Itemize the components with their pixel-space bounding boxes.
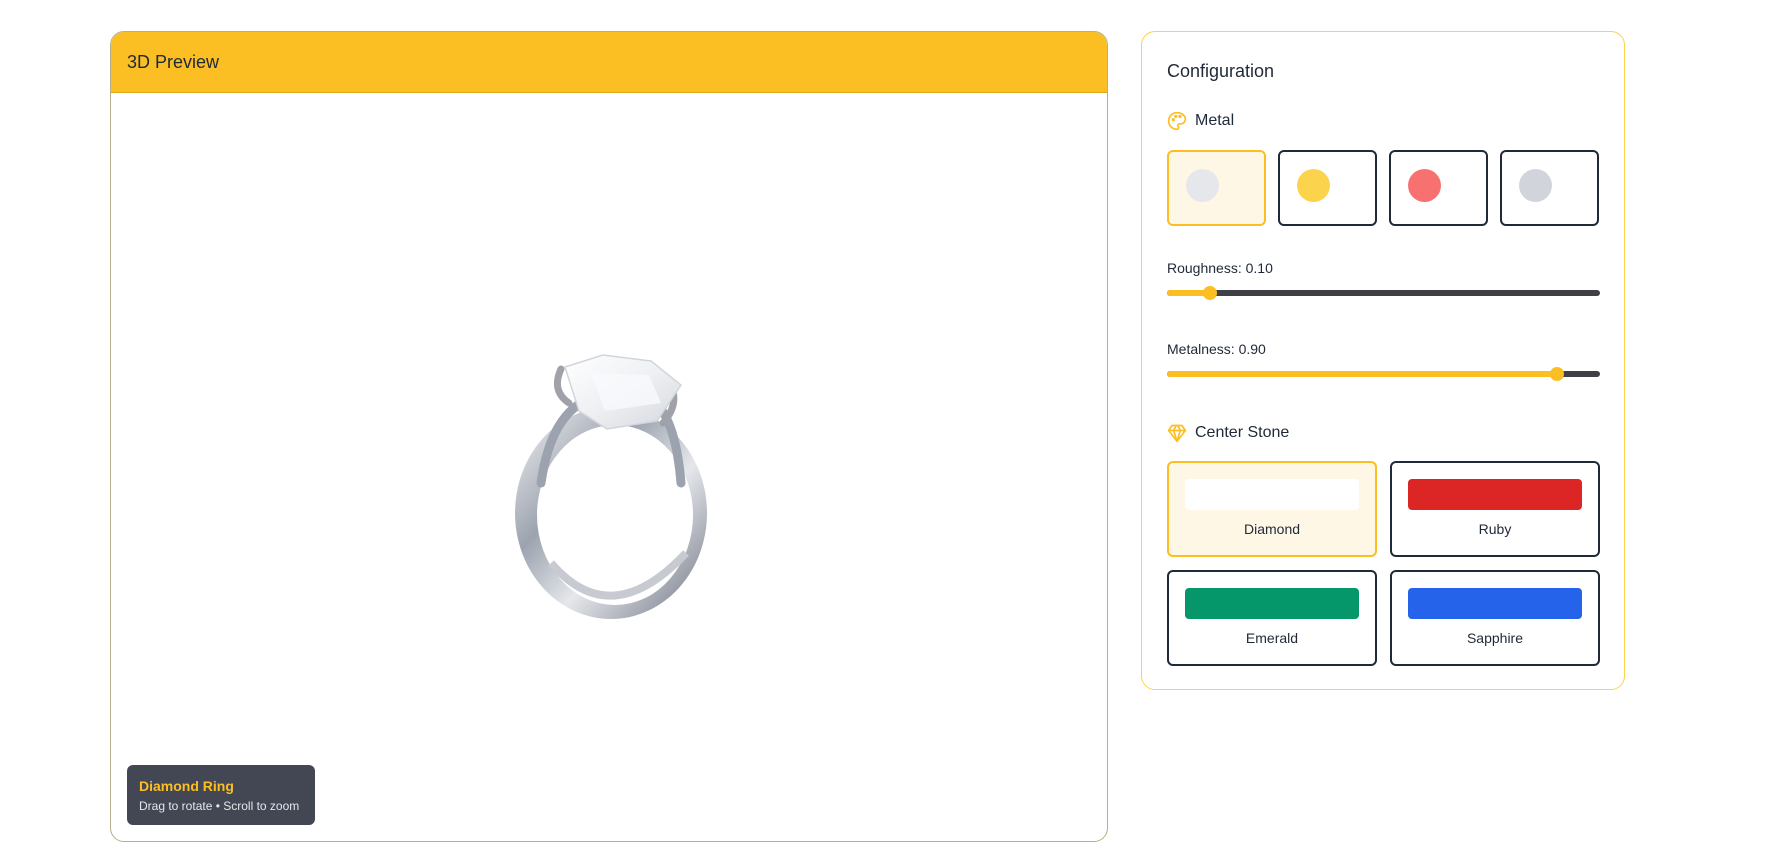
3d-canvas[interactable]: Diamond Ring Drag to rotate • Scroll to …: [111, 93, 1107, 841]
metal-option-4[interactable]: [1500, 150, 1599, 226]
stone-option-sapphire[interactable]: Sapphire: [1390, 570, 1600, 666]
metal-option-3[interactable]: [1389, 150, 1488, 226]
model-info-box: Diamond Ring Drag to rotate • Scroll to …: [127, 765, 315, 825]
stone-swatch: [1408, 588, 1582, 619]
roughness-thumb[interactable]: [1203, 286, 1218, 300]
stone-option-emerald[interactable]: Emerald: [1167, 570, 1377, 666]
metalness-fill: [1167, 371, 1557, 377]
metal-options: [1167, 150, 1599, 226]
stone-label: Sapphire: [1466, 630, 1524, 646]
metal-option-1[interactable]: [1167, 150, 1266, 226]
gem-icon: [1167, 424, 1187, 443]
stone-swatch: [1408, 479, 1582, 510]
controls-hint: Drag to rotate • Scroll to zoom: [139, 799, 300, 813]
metal-swatch: [1186, 169, 1219, 202]
stone-label: Emerald: [1245, 630, 1299, 646]
stone-option-diamond[interactable]: Diamond: [1167, 461, 1377, 557]
metal-swatch: [1519, 169, 1552, 202]
metalness-thumb[interactable]: [1549, 367, 1564, 381]
model-name: Diamond Ring: [139, 778, 234, 794]
stone-swatch: [1185, 588, 1359, 619]
stone-label: Ruby: [1478, 521, 1512, 537]
stone-label: Diamond: [1243, 521, 1301, 537]
metal-label: Metal: [1195, 112, 1235, 129]
preview-title: 3D Preview: [127, 51, 220, 72]
palette-icon: [1167, 111, 1187, 131]
metalness-label: Metalness: 0.90: [1167, 341, 1266, 357]
center-stone-label: Center Stone: [1195, 424, 1290, 441]
metal-swatch: [1408, 169, 1441, 202]
preview-panel: 3D Preview Diamond Ring Drag to rotate •…: [110, 31, 1108, 842]
center-stone-section-header: Center Stone: [1167, 423, 1289, 443]
configuration-panel: Configuration Metal Roughness: 0.10 Meta…: [1141, 31, 1625, 690]
roughness-slider[interactable]: [1167, 286, 1600, 300]
stone-options: Diamond Ruby Emerald Sapphire: [1167, 461, 1600, 666]
stone-swatch: [1185, 479, 1359, 510]
metal-option-2[interactable]: [1278, 150, 1377, 226]
preview-header: 3D Preview: [111, 32, 1107, 93]
roughness-label: Roughness: 0.10: [1167, 260, 1273, 276]
metal-swatch: [1297, 169, 1330, 202]
metal-section-header: Metal: [1167, 111, 1234, 131]
metalness-slider[interactable]: [1167, 367, 1600, 381]
ring-model: [515, 354, 707, 619]
stone-option-ruby[interactable]: Ruby: [1390, 461, 1600, 557]
configuration-title: Configuration: [1167, 61, 1275, 81]
